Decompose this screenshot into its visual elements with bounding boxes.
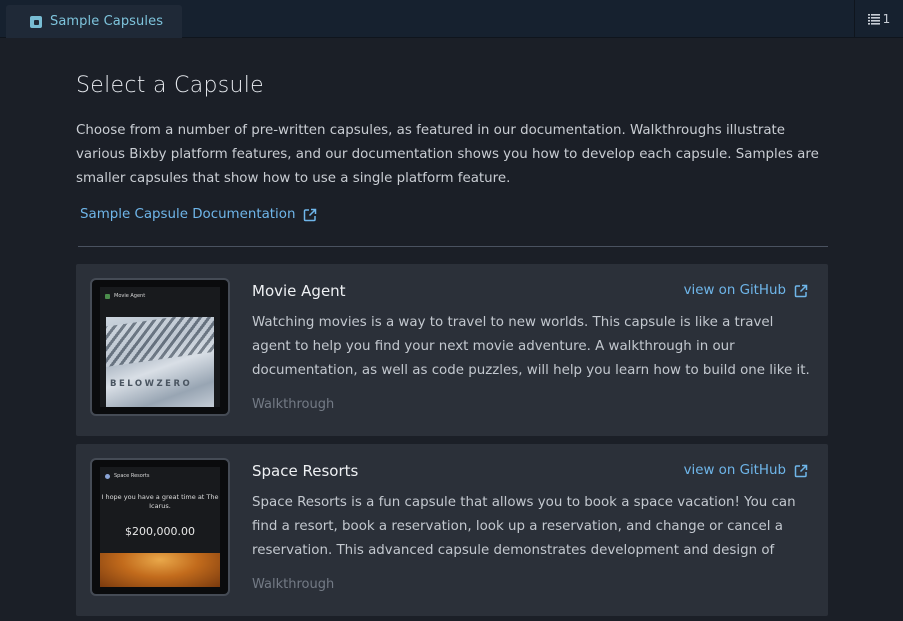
external-link-icon	[304, 208, 317, 221]
capsule-thumbnail: Space Resorts I hope you have a great ti…	[90, 458, 230, 596]
phone-header-label: Movie Agent	[114, 293, 146, 299]
movie-poster: BELOWZERO	[106, 317, 214, 407]
tab-sample-capsules[interactable]: Sample Capsules	[6, 5, 182, 38]
phone-preview: Movie Agent BELOWZERO	[100, 287, 220, 407]
capsule-description: Space Resorts is a fun capsule that allo…	[252, 495, 796, 558]
capsule-type-tag: Walkthrough	[252, 577, 335, 592]
capsule-card-movie-agent[interactable]: Movie Agent BELOWZERO Movie Agent view o…	[76, 264, 828, 436]
poster-title: BELOWZERO	[110, 379, 193, 389]
github-link-label: view on GitHub	[683, 463, 786, 478]
capsule-title: Movie Agent	[252, 282, 346, 300]
capsule-icon	[105, 473, 110, 479]
phone-preview: Space Resorts I hope you have a great ti…	[100, 467, 220, 587]
view-on-github-link[interactable]: view on GitHub	[684, 463, 808, 478]
planet-image	[100, 553, 220, 587]
capsule-type-tag: Walkthrough	[252, 397, 335, 412]
capsule-icon	[30, 15, 42, 28]
capsule-icon	[105, 293, 110, 299]
list-toggle-button[interactable]: 1	[854, 0, 903, 38]
phone-header: Space Resorts	[100, 467, 220, 485]
tab-bar: Sample Capsules 1	[0, 0, 903, 38]
sample-capsule-documentation-link[interactable]: Sample Capsule Documentation	[80, 207, 317, 222]
phone-price: $200,000.00	[125, 525, 195, 538]
list-icon	[867, 13, 880, 25]
capsule-description: Watching movies is a way to travel to ne…	[252, 315, 810, 378]
divider	[78, 246, 828, 247]
capsule-title: Space Resorts	[252, 462, 359, 480]
list-count: 1	[882, 12, 891, 26]
capsule-card-space-resorts[interactable]: Space Resorts I hope you have a great ti…	[76, 444, 828, 616]
view-on-github-link[interactable]: view on GitHub	[684, 283, 808, 298]
doc-link-label: Sample Capsule Documentation	[80, 207, 296, 222]
tab-label: Sample Capsules	[50, 14, 164, 29]
phone-message: I hope you have a great time at The Icar…	[101, 493, 219, 510]
phone-header: Movie Agent	[100, 287, 220, 305]
external-link-icon	[794, 464, 808, 477]
phone-header-label: Space Resorts	[114, 473, 150, 479]
capsule-thumbnail: Movie Agent BELOWZERO	[90, 278, 230, 416]
page-title: Select a Capsule	[76, 73, 264, 98]
page-intro: Choose from a number of pre-written caps…	[76, 123, 819, 186]
github-link-label: view on GitHub	[683, 283, 786, 298]
external-link-icon	[794, 284, 808, 297]
